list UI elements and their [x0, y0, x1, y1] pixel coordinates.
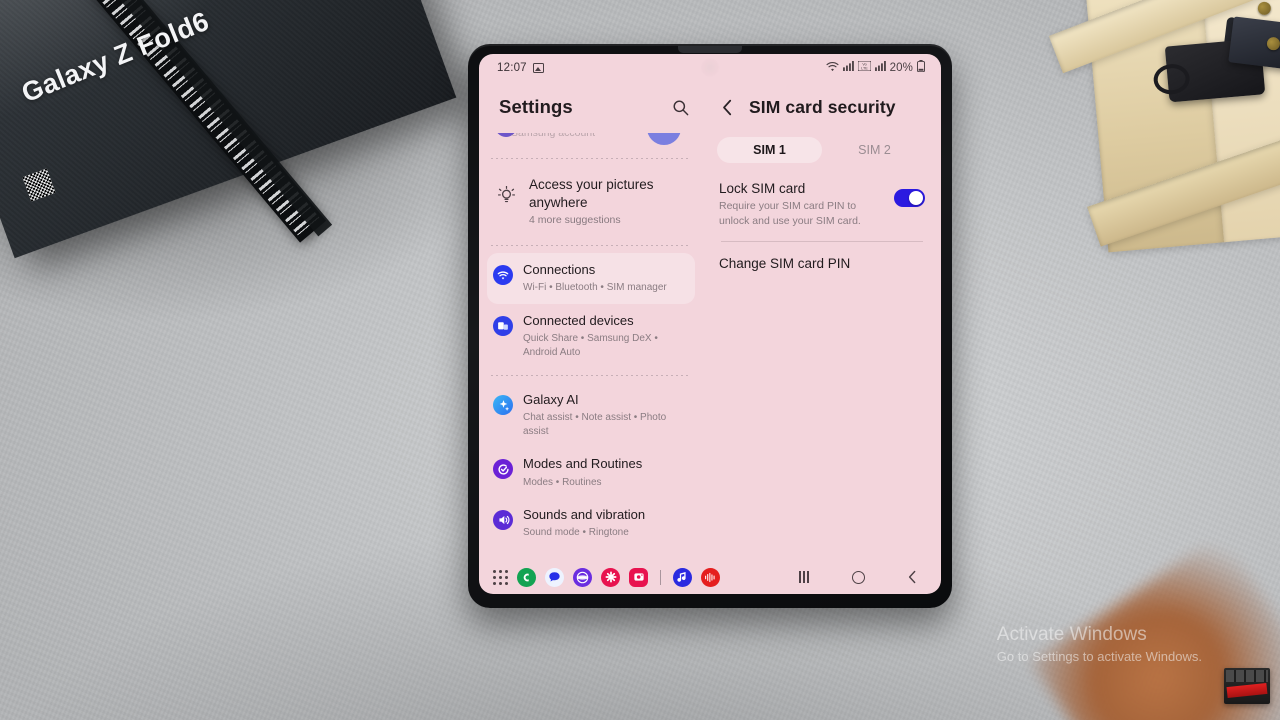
wifi-icon — [493, 265, 513, 286]
sidebar-item-text: Galaxy AI Chat assist • Note assist • Ph… — [523, 392, 687, 438]
partial-account-label: Samsung account — [511, 133, 596, 139]
front-camera-cutout — [700, 58, 720, 77]
samsung-internet-icon[interactable] — [573, 567, 592, 587]
apps-grid-icon[interactable] — [493, 569, 508, 585]
sidebar-item-sublabel: Quick Share • Samsung DeX • Android Auto — [523, 333, 658, 358]
lock-sim-card-row[interactable]: Lock SIM card Require your SIM card PIN … — [719, 179, 925, 241]
volte-icon: Vo LTE — [857, 60, 872, 74]
device-speaker-slot — [678, 46, 742, 53]
svg-text:LTE: LTE — [861, 67, 868, 71]
suggestion-card[interactable]: Access your pictures anywhere 4 more sug… — [487, 166, 695, 238]
lock-sim-toggle[interactable] — [894, 189, 925, 207]
sidebar-scroll-area[interactable]: Samsung account Access your pictures any… — [479, 133, 703, 560]
sidebar-item-label: Connected devices — [523, 312, 634, 328]
status-bar: 12:07 Vo LTE 20% — [479, 54, 941, 81]
chevron-left-icon[interactable] — [717, 96, 737, 118]
suggestion-text: Access your pictures anywhere 4 more sug… — [529, 176, 685, 226]
image-icon — [532, 62, 544, 73]
home-icon[interactable] — [849, 568, 867, 586]
sidebar-item-text: Sounds and vibration Sound mode • Ringto… — [523, 507, 687, 540]
detail-body: Lock SIM card Require your SIM card PIN … — [703, 163, 941, 281]
modes-icon — [493, 459, 513, 480]
music-icon[interactable] — [673, 567, 692, 587]
detail-title: SIM card security — [749, 96, 896, 117]
status-time: 12:07 — [497, 61, 527, 74]
phone-icon[interactable] — [517, 567, 536, 587]
dock-divider — [660, 569, 661, 585]
back-icon[interactable] — [903, 568, 921, 586]
toggle-knob — [909, 191, 923, 205]
settings-sidebar: Settings Samsung account Access your pic… — [479, 81, 703, 560]
wooden-crate — [1048, 0, 1280, 253]
sidebar-header: Settings — [479, 81, 703, 133]
signal-bars-icon — [874, 61, 886, 74]
divider — [491, 375, 691, 377]
search-icon[interactable] — [667, 94, 693, 120]
sidebar-item-sublabel: Modes • Routines — [523, 476, 602, 488]
scene: Galaxy Z Fold6 Activate Windows Go to Se… — [0, 0, 1280, 720]
sidebar-item-sounds-and-vibration[interactable]: Sounds and vibration Sound mode • Ringto… — [487, 498, 695, 549]
devices-icon — [493, 315, 513, 336]
sidebar-item-label: Connections — [523, 262, 596, 278]
sidebar-item-connected-devices[interactable]: Connected devices Quick Share • Samsung … — [487, 304, 695, 368]
photos-icon[interactable] — [601, 567, 620, 587]
sim-tabs: SIM 1 SIM 2 — [703, 137, 941, 163]
divider — [491, 245, 691, 247]
divider — [491, 158, 691, 159]
sparkle-icon — [493, 395, 513, 416]
tab-sim-2[interactable]: SIM 2 — [822, 137, 927, 163]
suggestion-subtitle: 4 more suggestions — [529, 214, 621, 227]
sidebar-item-modes-and-routines[interactable]: Modes and Routines Modes • Routines — [487, 447, 695, 498]
sidebar-item-label: Modes and Routines — [523, 456, 643, 472]
lightbulb-icon — [495, 176, 517, 205]
status-bar-left: 12:07 — [497, 62, 544, 74]
recents-icon[interactable] — [795, 568, 813, 586]
instagram-icon[interactable] — [629, 567, 648, 587]
lock-sim-text: Lock SIM card Require your SIM card PIN … — [719, 181, 884, 229]
speaker-icon — [493, 510, 513, 531]
status-bar-right: Vo LTE 20% — [826, 60, 926, 75]
partial-account-row[interactable]: Samsung account — [487, 133, 695, 151]
battery-percent: 20% — [889, 61, 913, 74]
navigation-bar — [795, 568, 927, 586]
taskbar — [479, 560, 941, 594]
dock-apps — [493, 567, 720, 587]
sidebar-item-text: Connections Wi-Fi • Bluetooth • SIM mana… — [523, 262, 687, 295]
page-title: Settings — [499, 96, 573, 117]
phone-screen: 12:07 Vo LTE 20% Settings Samsung accoun… — [479, 54, 941, 594]
lock-sim-description: Require your SIM card PIN to unlock and … — [719, 200, 861, 228]
messages-icon[interactable] — [545, 567, 564, 587]
lock-sim-title: Lock SIM card — [719, 181, 806, 196]
sidebar-item-label: Sounds and vibration — [523, 507, 646, 523]
sidebar-item-text: Modes and Routines Modes • Routines — [523, 456, 687, 489]
galaxy-z-fold-device: 12:07 Vo LTE 20% Settings Samsung accoun… — [468, 44, 952, 608]
split-panes: Settings Samsung account Access your pic… — [479, 81, 941, 560]
detail-pane: SIM card security SIM 1 SIM 2 Lock SIM c… — [703, 81, 941, 560]
sidebar-item-sublabel: Chat assist • Note assist • Photo assist — [523, 412, 667, 437]
keyboard-thumbnail — [1224, 668, 1270, 704]
sidebar-item-text: Connected devices Quick Share • Samsung … — [523, 313, 687, 359]
battery-low-icon — [917, 60, 926, 75]
product-box: Galaxy Z Fold6 — [0, 0, 490, 310]
suggestion-title: Access your pictures anywhere — [529, 177, 654, 210]
sidebar-item-connections[interactable]: Connections Wi-Fi • Bluetooth • SIM mana… — [487, 253, 695, 304]
signal-bars-icon — [842, 61, 854, 74]
detail-header: SIM card security — [703, 81, 941, 133]
wifi-icon — [826, 61, 839, 75]
sidebar-item-sublabel: Sound mode • Ringtone — [523, 527, 629, 539]
tab-sim-1[interactable]: SIM 1 — [717, 137, 822, 163]
sidebar-item-sublabel: Wi-Fi • Bluetooth • SIM manager — [523, 282, 667, 294]
account-illustration — [647, 133, 681, 145]
sidebar-item-galaxy-ai[interactable]: Galaxy AI Chat assist • Note assist • Ph… — [487, 383, 695, 447]
sidebar-item-label: Galaxy AI — [523, 392, 579, 408]
voice-recorder-icon[interactable] — [701, 567, 720, 587]
change-sim-card-pin-row[interactable]: Change SIM card PIN — [719, 242, 925, 281]
